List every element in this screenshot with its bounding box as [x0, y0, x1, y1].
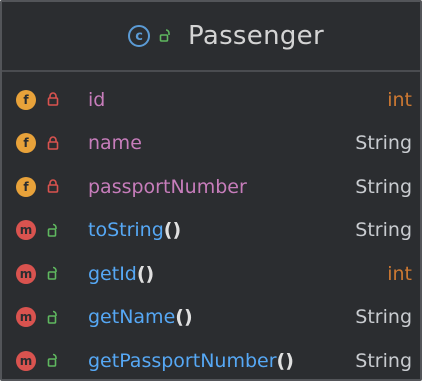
member-type: String	[355, 219, 412, 242]
method-params: ()	[175, 306, 193, 329]
public-unlocked-icon	[158, 28, 174, 44]
method-params: ()	[163, 219, 182, 242]
method-name: getName()	[88, 306, 193, 328]
member-type: int	[387, 262, 412, 285]
class-name: Passenger	[188, 21, 324, 51]
method-params: ()	[276, 349, 294, 372]
method-icon: m	[16, 263, 36, 284]
field-name: passportNumber	[88, 176, 247, 198]
field-row[interactable]: f passportNumber String	[2, 165, 420, 209]
method-icon: m	[16, 350, 36, 371]
private-lock-icon	[46, 135, 60, 151]
field-name: id	[88, 89, 105, 111]
method-name: getPassportNumber()	[88, 350, 294, 372]
member-type: String	[355, 349, 412, 372]
method-name: getId()	[88, 263, 154, 285]
member-name-text: toString	[88, 219, 164, 242]
field-name: name	[88, 132, 142, 154]
members-list: f id int f name String f passportNumber String m t…	[2, 72, 420, 383]
method-params: ()	[136, 262, 155, 285]
method-icon: m	[16, 307, 36, 328]
member-type: int	[387, 88, 412, 111]
public-unlocked-icon	[46, 266, 60, 282]
method-icon: m	[16, 220, 36, 241]
member-name-text: name	[88, 132, 142, 155]
member-name-text: getName	[88, 306, 176, 329]
class-header: c Passenger	[2, 2, 420, 72]
member-name-text: passportNumber	[88, 175, 247, 198]
field-row[interactable]: f name String	[2, 122, 420, 166]
member-type: String	[355, 175, 412, 198]
class-icon: c	[128, 25, 151, 47]
member-name-text: id	[88, 88, 106, 111]
member-type: String	[355, 306, 412, 329]
method-name: toString()	[88, 219, 181, 241]
field-icon: f	[16, 176, 36, 197]
field-icon: f	[16, 133, 36, 154]
public-unlocked-icon	[46, 309, 60, 325]
member-name-text: getId	[88, 262, 137, 285]
public-unlocked-icon	[46, 353, 60, 369]
method-row[interactable]: m getPassportNumber() String	[2, 339, 420, 383]
private-lock-icon	[46, 92, 60, 108]
method-row[interactable]: m getId() int	[2, 252, 420, 296]
field-icon: f	[16, 89, 36, 110]
member-name-text: getPassportNumber	[88, 349, 277, 372]
field-row[interactable]: f id int	[2, 78, 420, 122]
member-type: String	[355, 132, 412, 155]
private-lock-icon	[46, 179, 60, 195]
method-row[interactable]: m toString() String	[2, 209, 420, 253]
uml-class-box[interactable]: c Passenger f id int f name String f passportNu…	[0, 0, 422, 381]
public-unlocked-icon	[46, 222, 60, 238]
method-row[interactable]: m getName() String	[2, 296, 420, 340]
